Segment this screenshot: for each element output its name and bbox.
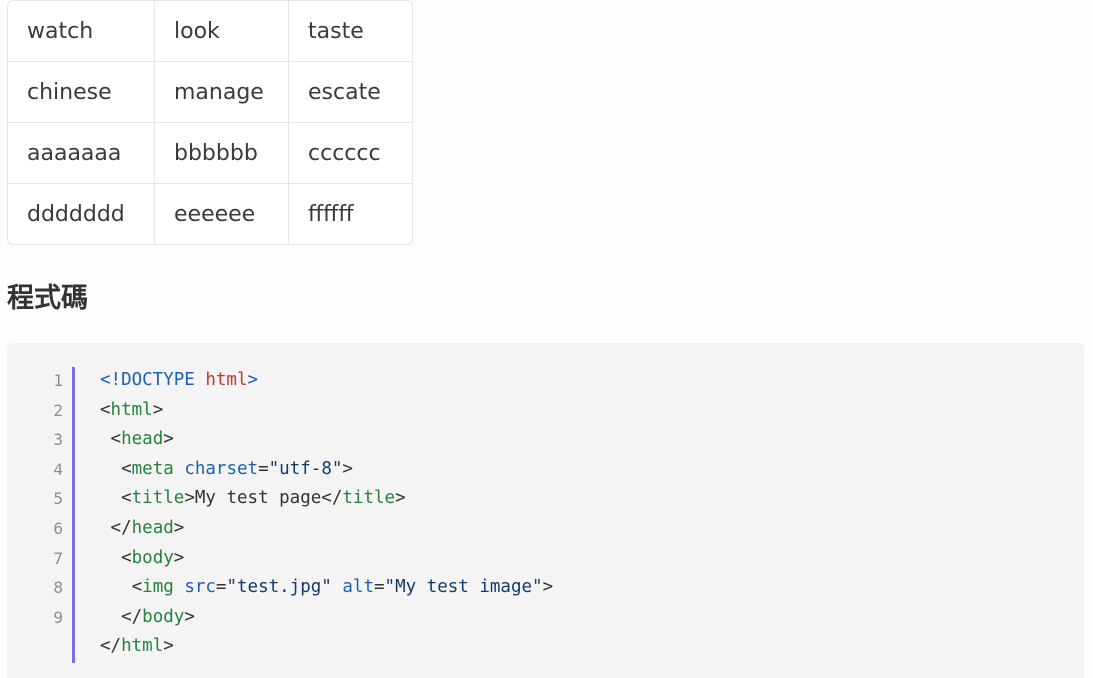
code-token-tag: html <box>110 399 153 420</box>
code-token-str: "test.jpg" <box>226 577 332 598</box>
code-token-text: My test page <box>194 488 322 509</box>
code-token-punct: > <box>152 399 164 420</box>
code-token-attr: src <box>184 577 216 598</box>
code-token-attr: charset <box>184 458 259 479</box>
code-token-punct: < <box>100 399 111 420</box>
table-row: chinese manage escate <box>8 62 412 123</box>
code-line: <title>My test page</title> <box>100 484 553 514</box>
line-number: 4 <box>53 459 63 479</box>
code-token-punct: </ <box>121 606 143 627</box>
code-token-punct: = <box>258 458 269 479</box>
code-line: </head> <box>100 514 553 544</box>
code-token-tag: html <box>121 636 164 657</box>
line-number: 3 <box>53 430 63 450</box>
code-token-punct: </ <box>321 488 343 509</box>
code-token-punct: > <box>173 517 185 538</box>
code-token-punct: > <box>163 429 174 450</box>
code-token-attr: alt <box>342 577 374 598</box>
code-line: </html> <box>100 632 553 662</box>
code-line: <img src="test.jpg" alt="My test image"> <box>100 573 554 603</box>
table-row: ddddddd eeeeee ffffff <box>8 184 412 244</box>
table-cell: look <box>155 1 289 62</box>
table-cell: eeeeee <box>155 184 289 244</box>
code-line: <body> <box>100 544 553 574</box>
table-cell: chinese <box>8 62 155 123</box>
code-token-punct: > <box>342 458 353 479</box>
code-token-doctype-name: html <box>205 370 248 390</box>
code-token-doctype: > <box>247 370 259 390</box>
table-cell: ffffff <box>308 201 354 227</box>
code-token-punct: < <box>121 458 132 479</box>
table-cell: bbbbbb <box>155 123 289 184</box>
code-token-punct: > <box>184 606 195 627</box>
table-cell: escate <box>289 62 412 123</box>
table-cell: taste <box>289 1 412 62</box>
table-row: aaaaaaa bbbbbb cccccc <box>8 123 412 184</box>
code-token-punct: < <box>121 488 132 509</box>
code-token-str: "My test image" <box>384 577 543 598</box>
code-token-punct: = <box>215 577 227 598</box>
code-token-tag: body <box>142 606 185 627</box>
code-token-tag: head <box>131 517 174 538</box>
code-line: <head> <box>100 425 553 455</box>
code-token-tag: meta <box>131 458 174 479</box>
code-content[interactable]: <!DOCTYPE html> <html> <head> <meta chars… <box>100 366 553 662</box>
code-token-punct: > <box>163 636 174 657</box>
word-table: watch look taste chinese manage escate a… <box>7 0 413 245</box>
code-token-punct: > <box>184 488 195 509</box>
code-token-tag: head <box>121 429 164 450</box>
table-cell: manage <box>155 62 289 123</box>
line-number: 8 <box>53 578 63 598</box>
line-number: 9 <box>53 607 63 627</box>
code-line: </body> <box>100 603 553 633</box>
code-line: <html> <box>100 396 553 426</box>
table-cell: cccccc <box>289 123 412 184</box>
code-line: <!DOCTYPE html> <box>100 366 553 396</box>
code-token-punct: > <box>173 547 185 568</box>
table-row: watch look taste <box>8 1 412 62</box>
line-number: 2 <box>53 400 63 420</box>
line-number-gutter: 1 2 3 4 5 6 7 8 9 <box>7 366 63 632</box>
table-cell: aaaaaaa <box>8 123 155 184</box>
code-token-tag: title <box>131 488 185 509</box>
code-token-doctype: <!DOCTYPE <box>100 370 206 390</box>
code-token-punct: </ <box>110 517 132 538</box>
code-block[interactable]: 1 2 3 4 5 6 7 8 9 <!DOCTYPE html> <html> … <box>7 343 1084 678</box>
code-token-punct: < <box>131 577 143 598</box>
code-token-tag: img <box>142 577 174 598</box>
line-number: 5 <box>53 489 63 509</box>
code-token-punct: </ <box>100 636 122 657</box>
table-cell: ddddddd <box>8 184 155 244</box>
code-token-punct: > <box>542 577 554 598</box>
line-number: 1 <box>53 371 63 390</box>
code-token-punct: < <box>110 429 122 450</box>
gutter-accent-bar <box>72 367 75 663</box>
line-number: 6 <box>53 518 63 538</box>
code-token-tag: title <box>342 488 396 509</box>
code-token-punct: = <box>373 577 385 598</box>
code-token-punct: < <box>121 547 132 568</box>
line-number: 7 <box>53 548 63 568</box>
code-token-tag: body <box>131 547 174 568</box>
table-cell: watch <box>8 1 155 62</box>
code-token-punct: > <box>395 488 406 509</box>
section-heading: 程式碼 <box>7 283 88 314</box>
code-token-str: "utf-8" <box>268 458 343 479</box>
code-line: <meta charset="utf-8"> <box>100 455 553 485</box>
